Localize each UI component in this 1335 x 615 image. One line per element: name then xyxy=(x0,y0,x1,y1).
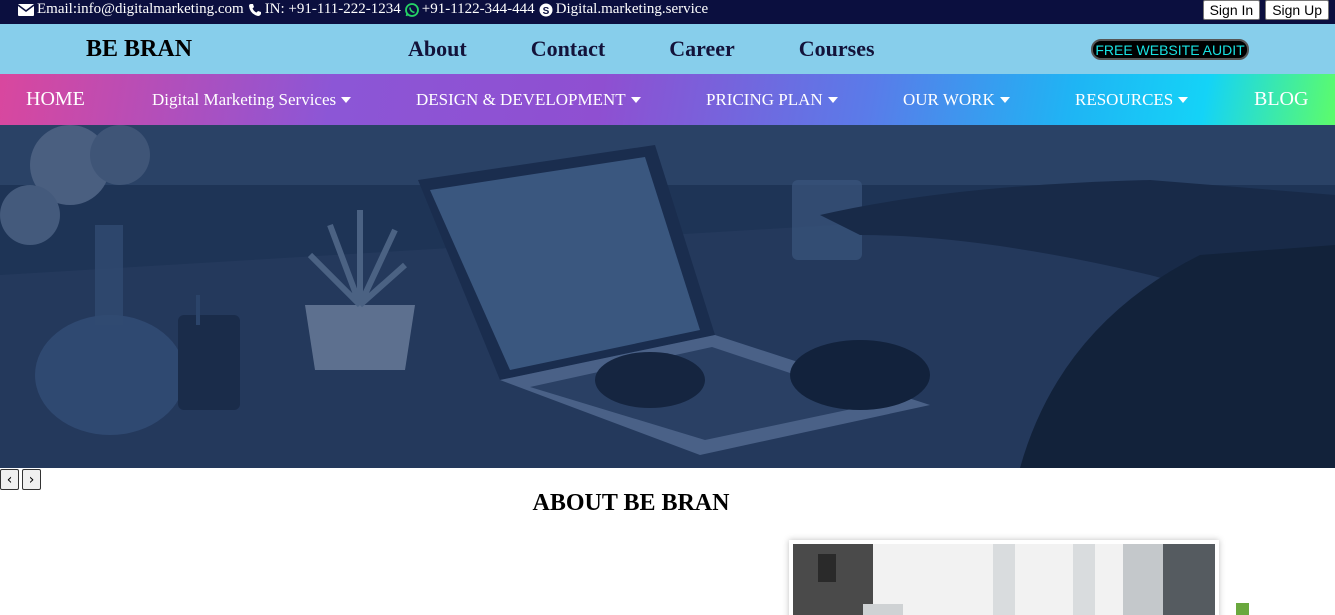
decorative-square xyxy=(1236,603,1249,615)
sign-up-button[interactable]: Sign Up xyxy=(1265,0,1329,20)
sign-in-button[interactable]: Sign In xyxy=(1202,0,1261,20)
phone-contact[interactable]: IN: +91-111-222-1234 xyxy=(248,1,401,18)
nav-design-development[interactable]: DESIGN & DEVELOPMENT xyxy=(416,90,641,110)
skype-contact[interactable]: S Digital.marketing.service xyxy=(539,1,708,18)
contact-info: Email:info@digitalmarketing.com IN: +91-… xyxy=(18,1,712,18)
nav-design-development-label: DESIGN & DEVELOPMENT xyxy=(416,90,626,109)
top-contact-bar: Email:info@digitalmarketing.com IN: +91-… xyxy=(0,0,1335,24)
free-website-audit-button[interactable]: FREE WEBSITE AUDIT xyxy=(1091,39,1249,60)
hero-illustration xyxy=(0,125,1335,468)
about-section-title: ABOUT BE BRAN xyxy=(532,490,730,516)
skype-icon: S xyxy=(539,3,553,17)
svg-text:S: S xyxy=(542,6,549,17)
caret-down-icon xyxy=(999,97,1010,103)
slider-controls: ‹ › xyxy=(0,469,41,490)
nav-pricing-plan-label: PRICING PLAN xyxy=(706,90,823,109)
whatsapp-contact[interactable]: +91-1122-344-444 xyxy=(404,1,535,18)
nav-our-work[interactable]: OUR WORK xyxy=(903,90,1010,110)
caret-down-icon xyxy=(1178,97,1189,103)
slider-next-button[interactable]: › xyxy=(22,469,41,490)
nav-pricing-plan[interactable]: PRICING PLAN xyxy=(706,90,838,110)
nav-home[interactable]: HOME xyxy=(26,88,85,111)
email-contact[interactable]: Email:info@digitalmarketing.com xyxy=(18,1,244,18)
nav-about[interactable]: About xyxy=(408,36,467,62)
caret-down-icon xyxy=(341,97,352,103)
skype-text: Digital.marketing.service xyxy=(555,1,709,17)
whatsapp-text: +91-1122-344-444 xyxy=(421,1,535,17)
phone-text: IN: +91-111-222-1234 xyxy=(264,1,401,17)
nav-resources-label: RESOURCES xyxy=(1075,90,1174,109)
envelope-icon xyxy=(18,3,34,16)
about-image-card xyxy=(789,540,1219,615)
brand-bar: BE BRAN About Contact Career Courses FRE… xyxy=(0,24,1335,74)
nav-courses[interactable]: Courses xyxy=(799,36,875,62)
nav-blog[interactable]: BLOG xyxy=(1254,88,1308,111)
caret-down-icon xyxy=(827,97,838,103)
nav-home-label: HOME xyxy=(26,88,85,110)
office-photo xyxy=(793,544,1215,615)
phone-icon xyxy=(248,3,261,16)
whatsapp-icon xyxy=(404,2,419,17)
brand-logo[interactable]: BE BRAN xyxy=(86,36,192,63)
nav-digital-marketing-services[interactable]: Digital Marketing Services xyxy=(152,90,352,110)
services-nav: HOME Digital Marketing Services DESIGN &… xyxy=(0,74,1335,125)
auth-buttons: Sign In Sign Up xyxy=(1202,0,1329,20)
caret-down-icon xyxy=(630,97,641,103)
email-text: Email:info@digitalmarketing.com xyxy=(37,1,244,17)
nav-blog-label: BLOG xyxy=(1254,88,1309,110)
nav-digital-marketing-label: Digital Marketing Services xyxy=(152,90,337,109)
slider-prev-button[interactable]: ‹ xyxy=(0,469,19,490)
hero-slider-image xyxy=(0,125,1335,468)
nav-resources[interactable]: RESOURCES xyxy=(1075,90,1189,110)
nav-career[interactable]: Career xyxy=(669,36,735,62)
main-nav: About Contact Career Courses xyxy=(408,36,939,62)
nav-contact[interactable]: Contact xyxy=(531,36,606,62)
nav-our-work-label: OUR WORK xyxy=(903,90,995,109)
